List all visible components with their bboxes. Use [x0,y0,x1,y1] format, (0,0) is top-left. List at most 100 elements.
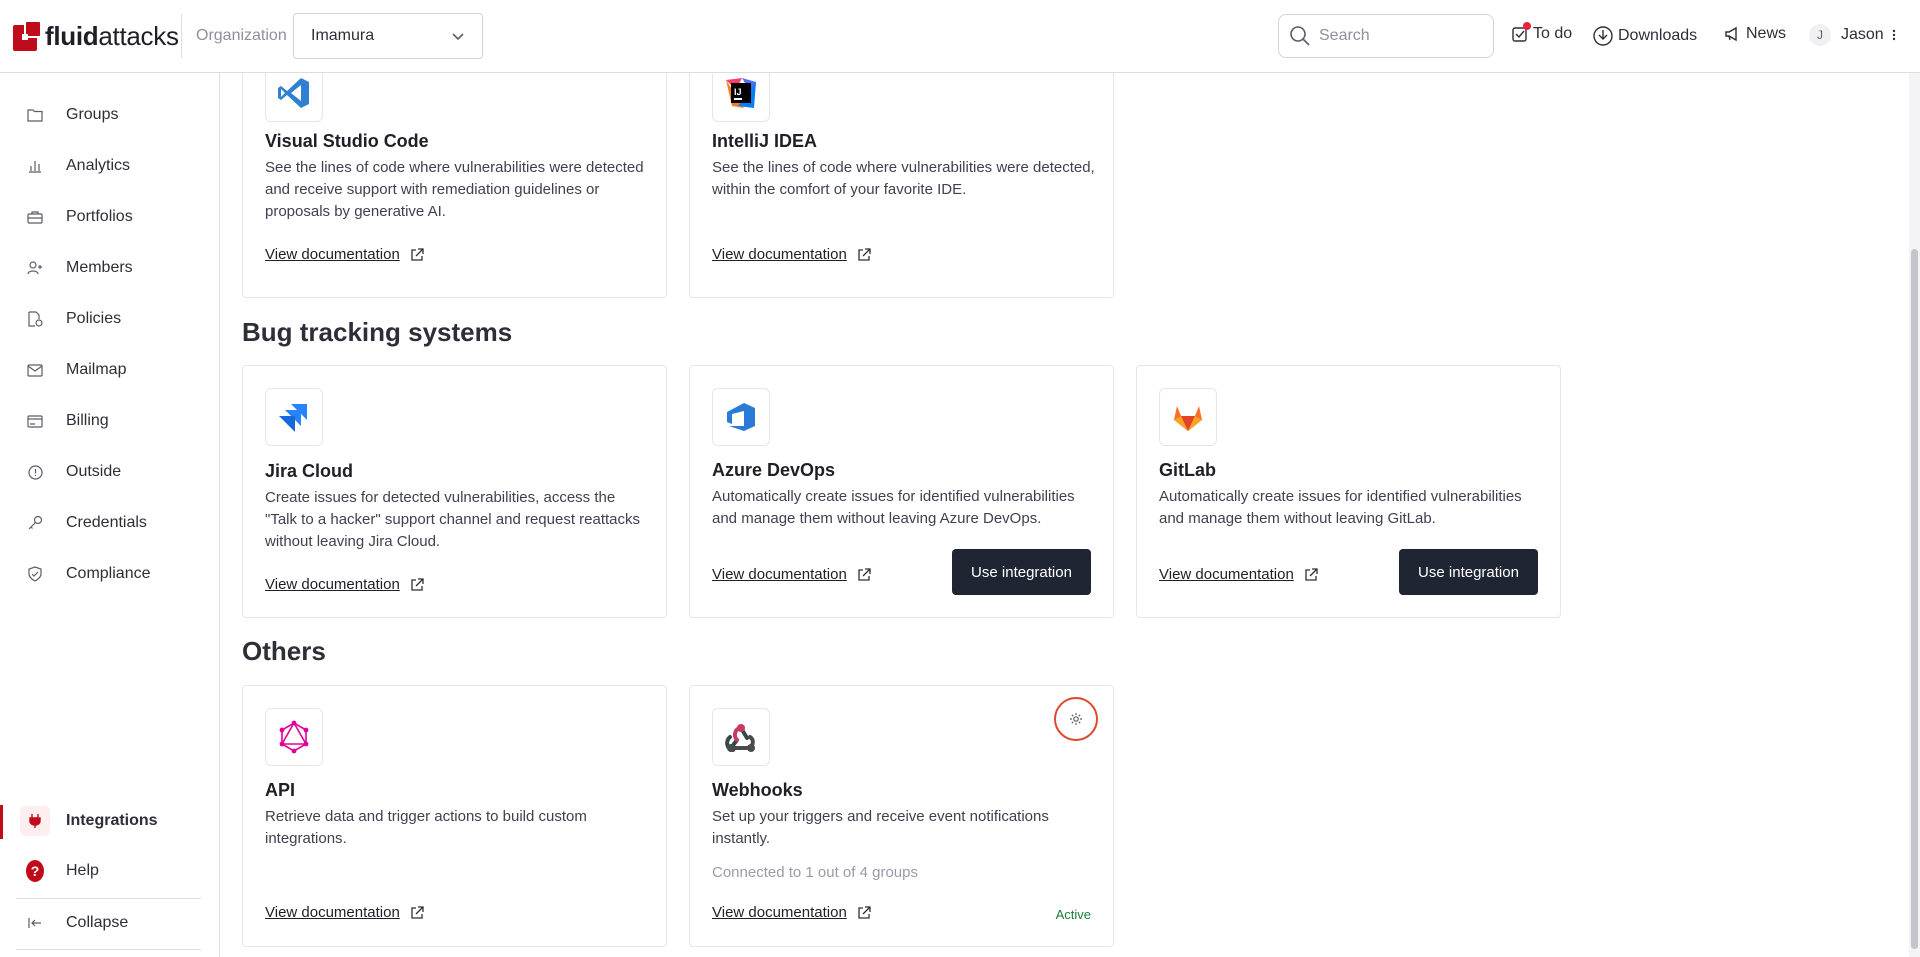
help-icon-wrap: ? [26,860,44,882]
sidebar-item-groups[interactable]: Groups [0,95,219,135]
sidebar-item-analytics[interactable]: Analytics [0,146,219,186]
vscode-logo [265,73,323,122]
external-link-icon [858,905,871,919]
connected-groups-text: Connected to 1 out of 4 groups [712,864,918,881]
sidebar-item-outside[interactable]: Outside [0,452,219,492]
collapse-left-icon [26,914,44,932]
card-description: See the lines of code where vulnerabilit… [265,159,644,220]
todo-label: To do [1533,25,1573,42]
sidebar-item-label: Help [66,862,99,879]
collapse-button[interactable]: Collapse [0,903,219,943]
downloads-label: Downloads [1618,27,1698,44]
scrollbar-thumb[interactable] [1911,249,1918,949]
search-input[interactable]: Search [1278,14,1494,58]
billing-icon [26,412,44,430]
sidebar-item-help[interactable]: ? Help [0,851,219,891]
search-icon [1290,26,1310,46]
integration-card-webhooks: Webhooks Set up your triggers and receiv… [689,685,1114,947]
integration-card-api: API Retrieve data and trigger actions to… [242,685,667,947]
card-description: Automatically create issues for identifi… [712,488,1075,527]
integration-card-intellij: IJ IntelliJ IDEA See the lines of code w… [689,73,1114,298]
sidebar-divider [16,949,201,950]
external-link-icon [1305,567,1318,581]
sidebar-item-policies[interactable]: Policies [0,299,219,339]
organization-label: Organization [196,27,287,44]
sidebar-item-credentials[interactable]: Credentials [0,503,219,543]
section-title-others: Others [242,636,326,666]
card-description: Retrieve data and trigger actions to bui… [265,808,587,847]
notification-dot [1523,22,1531,30]
content-scrollbar[interactable] [1909,73,1920,957]
sidebar-divider [16,898,201,899]
gear-icon [1070,713,1082,725]
avatar: J [1809,24,1831,46]
card-title: Jira Cloud [265,461,354,481]
logo-mark-icon [13,21,41,51]
link-label: View documentation [712,246,847,263]
integration-card-jira: Jira Cloud Create issues for detected vu… [242,365,667,618]
top-header: fluidattacks Organization Imamura Search… [0,0,1920,73]
chevron-down-icon [452,33,464,41]
card-title: Azure DevOps [712,460,836,480]
use-integration-button[interactable]: Use integration [952,549,1091,595]
more-vertical-icon [1892,29,1895,41]
view-documentation-link[interactable]: View documentation [265,246,424,263]
folder-icon [26,106,44,124]
sidebar-item-label: Billing [66,412,109,429]
key-icon [26,514,44,532]
help-icon: ? [26,860,44,882]
sidebar-item-members[interactable]: Members [0,248,219,288]
view-documentation-link[interactable]: View documentation [712,246,871,263]
section-title-bug-tracking: Bug tracking systems [242,317,513,347]
todo-icon [1511,22,1533,43]
sidebar: Groups Analytics Portfolios Members Poli… [0,73,220,957]
card-description: Create issues for detected vulnerabiliti… [265,489,641,550]
sidebar-item-label: Compliance [66,565,151,582]
use-integration-button[interactable]: Use integration [1399,549,1538,595]
card-title: Webhooks [712,780,803,800]
sidebar-item-portfolios[interactable]: Portfolios [0,197,219,237]
plug-icon [20,806,50,836]
link-label: View documentation [1159,566,1294,583]
briefcase-icon [26,208,44,226]
webhooks-settings-button[interactable] [1054,697,1098,741]
card-title: API [265,780,296,800]
fluidattacks-logo[interactable]: fluidattacks [13,20,179,52]
sidebar-item-mailmap[interactable]: Mailmap [0,350,219,390]
view-documentation-link[interactable]: View documentation [712,566,871,583]
integration-card-azure-devops: Azure DevOps Automatically create issues… [689,365,1114,618]
sidebar-item-label: Integrations [66,812,158,829]
gitlab-logo [1159,388,1217,446]
sidebar-item-compliance[interactable]: Compliance [0,554,219,594]
user-plus-icon [26,259,44,277]
sidebar-item-label: Credentials [66,514,147,531]
shield-check-icon [26,565,44,583]
intellij-icon: IJ [726,78,756,108]
jira-logo [265,388,323,446]
card-description: Automatically create issues for identifi… [1159,488,1522,527]
sidebar-item-integrations[interactable]: Integrations [0,801,219,841]
sidebar-item-label: Groups [66,106,119,123]
external-link-icon [411,905,424,919]
sidebar-item-label: Outside [66,463,122,480]
view-documentation-link[interactable]: View documentation [712,904,871,921]
sidebar-item-label: Members [66,259,133,276]
view-documentation-link[interactable]: View documentation [265,904,424,921]
downloads-button[interactable]: Downloads [1592,25,1697,47]
megaphone-icon [1725,26,1737,42]
organization-select[interactable]: Imamura [293,13,483,59]
info-circle-icon [26,463,44,481]
news-button[interactable]: News [1724,25,1786,43]
brand-name: fluidattacks [45,20,179,51]
todo-button[interactable]: To do [1511,22,1573,43]
external-link-icon [858,247,871,261]
webhooks-logo [712,708,770,766]
download-icon [1593,26,1613,46]
user-menu-button[interactable]: J Jason [1809,24,1900,46]
sidebar-item-billing[interactable]: Billing [0,401,219,441]
azure-devops-icon [727,403,755,431]
bar-chart-icon [26,157,44,175]
view-documentation-link[interactable]: View documentation [1159,566,1318,583]
view-documentation-link[interactable]: View documentation [265,576,424,593]
sidebar-item-label: Portfolios [66,208,133,225]
